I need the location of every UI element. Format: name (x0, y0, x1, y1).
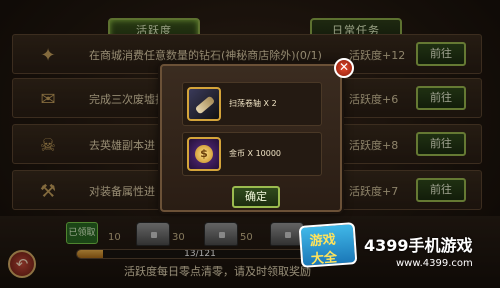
confirm-button[interactable]: 确定 (232, 186, 280, 208)
game-screen: 活跃度 日常任务 ✦ 在商城消费任意数量的钻石(神秘商店除外)(0/1) 活跃度… (0, 0, 500, 288)
reward-item: 扫荡卷轴 X 2 (182, 82, 322, 126)
watermark-logo: 游戏 大全 (298, 222, 358, 268)
watermark-url: www.4399.com (396, 258, 473, 269)
watermark-title: 4399手机游戏 (364, 236, 473, 255)
watermark-logo-text: 大全 (310, 250, 338, 268)
reward-item: 金币 X 10000 (182, 132, 322, 176)
gold-coin-icon (187, 137, 221, 171)
reward-label: 金币 X 10000 (229, 149, 282, 158)
reward-label: 扫荡卷轴 X 2 (229, 99, 277, 108)
scroll-icon (187, 87, 221, 121)
reward-popup: ✕ 扫荡卷轴 X 2 金币 X 10000 确定 (160, 58, 354, 212)
close-icon[interactable]: ✕ (334, 58, 354, 78)
